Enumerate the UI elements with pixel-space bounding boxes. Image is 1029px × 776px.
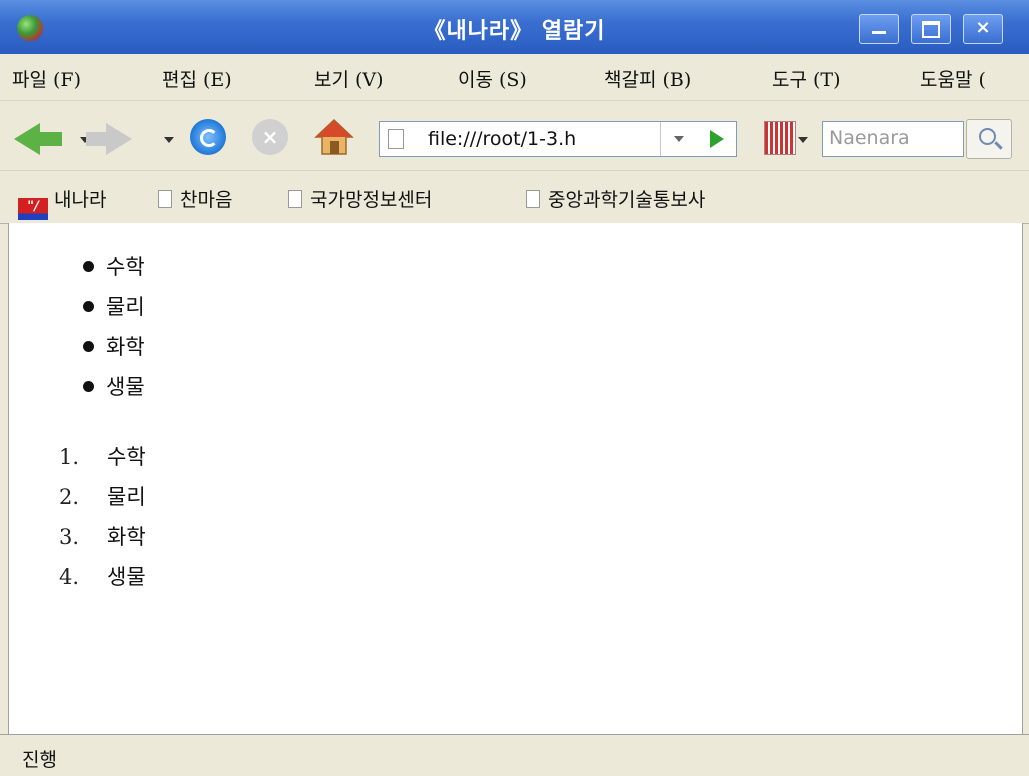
bookmark-national-network-center[interactable]: 국가망정보센터 <box>288 185 432 212</box>
back-arrow-tail[interactable] <box>38 132 62 146</box>
list-item-text: 화학 <box>107 525 146 549</box>
url-text[interactable]: file:///root/1-3.h <box>428 128 576 150</box>
back-arrow-icon[interactable] <box>14 123 40 155</box>
list-number: 1. <box>59 445 80 469</box>
menu-bookmarks[interactable]: 책갈피 (B) <box>604 65 691 92</box>
list-number: 3. <box>59 525 80 549</box>
magnifier-handle <box>994 141 1003 150</box>
maximize-icon <box>922 21 940 38</box>
search-engine-icon[interactable] <box>764 121 796 155</box>
document-icon <box>158 190 172 208</box>
title-bar: 《내나라》 열람기 × <box>0 0 1029 54</box>
bookmark-label: 내나라 <box>54 189 107 211</box>
menu-bar: 파일 (F) 편집 (E) 보기 (V) 이동 (S) 책갈피 (B) 도구 (… <box>0 54 1029 100</box>
go-button[interactable] <box>698 122 734 156</box>
bullet-icon <box>83 341 94 352</box>
close-icon: × <box>975 17 991 38</box>
status-bar: 진행 <box>0 734 1029 776</box>
list-item-text: 수학 <box>107 445 146 469</box>
minimize-icon <box>872 31 886 34</box>
go-arrow-icon <box>710 130 724 148</box>
page-icon <box>388 129 404 149</box>
menu-file[interactable]: 파일 (F) <box>12 65 81 92</box>
status-text: 진행 <box>22 749 57 771</box>
bookmark-label: 찬마음 <box>180 189 233 211</box>
ordered-list-item: 1. 수학 <box>59 441 146 471</box>
list-item: 생물 <box>83 371 145 401</box>
bookmarks-toolbar: "/ 내나라 찬마음 국가망정보센터 중앙과학기술통보사 <box>0 170 1029 224</box>
bookmark-chanmaeum[interactable]: 찬마음 <box>158 185 232 212</box>
naenara-logo-icon: "/ <box>18 198 48 220</box>
forward-history-dropdown-icon[interactable] <box>164 137 174 143</box>
list-item: 화학 <box>83 331 145 361</box>
forward-arrow-tail[interactable] <box>86 132 108 146</box>
bookmark-label: 국가망정보센터 <box>310 189 433 211</box>
bookmark-science-news-agency[interactable]: 중앙과학기술통보사 <box>526 185 705 212</box>
list-item-text: 생물 <box>107 565 146 589</box>
home-icon[interactable] <box>314 117 354 157</box>
page-content: 수학 물리 화학 생물 1. 수학 2. 물리 3. 화학 4. 생물 <box>8 223 1023 734</box>
search-box[interactable] <box>822 121 964 157</box>
bullet-icon <box>83 381 94 392</box>
url-history-dropdown[interactable] <box>660 122 697 156</box>
bookmark-naenara[interactable]: "/ 내나라 <box>18 185 106 220</box>
menu-tools[interactable]: 도구 (T) <box>772 65 841 92</box>
list-item-text: 물리 <box>107 485 146 509</box>
close-button[interactable]: × <box>963 14 1003 44</box>
menu-view[interactable]: 보기 (V) <box>314 65 384 92</box>
search-engine-dropdown-icon[interactable] <box>798 137 808 143</box>
ordered-list-item: 3. 화학 <box>59 521 146 551</box>
menu-edit[interactable]: 편집 (E) <box>162 65 232 92</box>
forward-arrow-icon[interactable] <box>106 123 132 155</box>
list-item: 수학 <box>83 251 145 281</box>
list-item: 물리 <box>83 291 145 321</box>
list-item-text: 물리 <box>106 295 145 319</box>
document-icon <box>526 190 540 208</box>
chevron-down-icon <box>674 136 684 142</box>
reload-icon[interactable] <box>190 119 226 155</box>
stop-icon[interactable]: × <box>252 119 288 155</box>
bullet-icon <box>83 301 94 312</box>
bullet-icon <box>83 261 94 272</box>
ordered-list-item: 2. 물리 <box>59 481 146 511</box>
bookmark-label: 중앙과학기술통보사 <box>548 189 706 211</box>
list-item-text: 생물 <box>106 375 145 399</box>
list-number: 4. <box>59 565 80 589</box>
navigation-toolbar: × file:///root/1-3.h <box>0 100 1029 171</box>
list-item-text: 수학 <box>106 255 145 279</box>
maximize-button[interactable] <box>911 14 951 44</box>
url-bar[interactable]: file:///root/1-3.h <box>379 121 737 157</box>
ordered-list-item: 4. 생물 <box>59 561 146 591</box>
menu-go[interactable]: 이동 (S) <box>458 65 527 92</box>
menu-help[interactable]: 도움말 ( <box>920 65 986 92</box>
list-item-text: 화학 <box>106 335 145 359</box>
minimize-button[interactable] <box>859 14 899 44</box>
document-icon <box>288 190 302 208</box>
browser-window: 《내나라》 열람기 × 파일 (F) 편집 (E) 보기 (V) 이동 (S) … <box>0 0 1029 776</box>
search-input[interactable] <box>823 122 963 154</box>
search-button[interactable] <box>966 119 1012 159</box>
list-number: 2. <box>59 485 80 509</box>
